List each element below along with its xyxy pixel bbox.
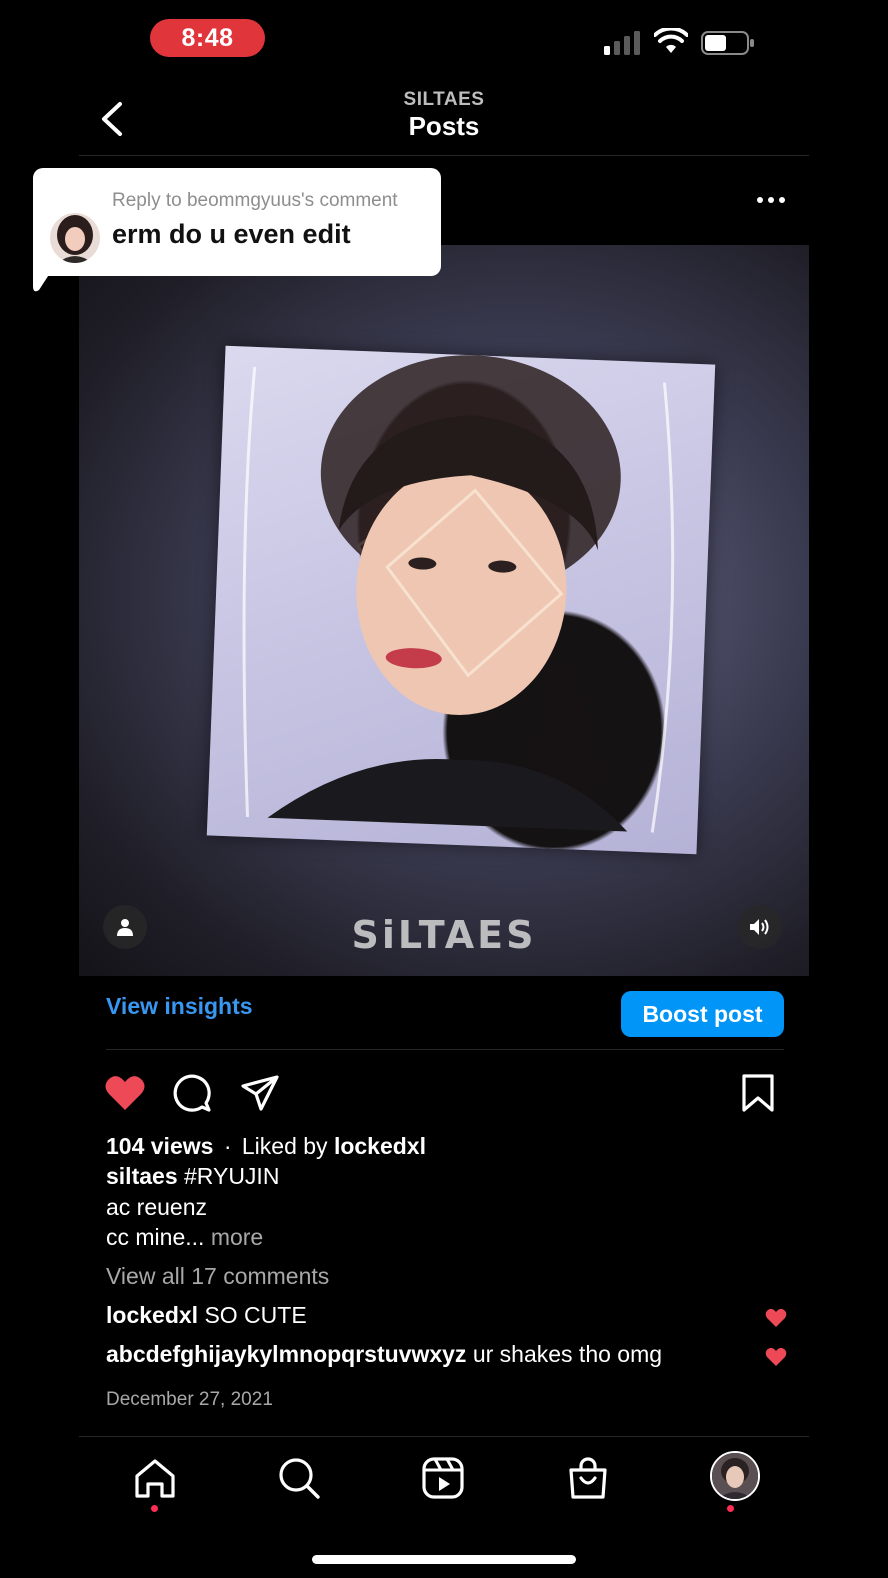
frame-overlay [242,355,675,833]
person-icon [117,919,133,936]
speaker-icon [750,919,769,935]
boost-post-button[interactable]: Boost post [621,991,784,1037]
comment-heart-icon[interactable] [765,1308,787,1328]
battery-icon [701,31,754,55]
home-notification-dot [151,1505,158,1512]
profile-avatar[interactable] [710,1451,760,1501]
comment-row: lockedxl SO CUTE [106,1302,307,1329]
comment-heart-icon[interactable] [765,1347,787,1367]
comment-row: abcdefghijaykylmnopqrstuvwxyz ur shakes … [106,1341,662,1368]
share-icon[interactable] [240,1073,280,1113]
comment-text: SO CUTE [204,1302,307,1328]
header-divider [79,155,809,156]
reels-icon[interactable] [421,1456,465,1500]
watermark: SiLTAES [351,913,537,957]
shop-icon[interactable] [566,1456,610,1500]
liked-by-prefix: Liked by [241,1133,328,1159]
reply-context: Reply to beommgyuus's comment [112,190,398,211]
caption-line-2: ac reuenz [106,1194,208,1220]
caption-tag[interactable]: #RYUJIN [184,1163,279,1189]
views-liked-line: 104 views · Liked by lockedxl [106,1133,426,1160]
view-all-comments-link[interactable]: View all 17 comments [106,1263,329,1290]
heart-icon[interactable] [104,1073,146,1113]
status-time: 8:48 [150,19,265,57]
home-icon[interactable] [133,1456,177,1500]
bookmark-icon[interactable] [741,1073,775,1113]
page-title: Posts [408,111,480,141]
post-media[interactable]: SiLTAES [79,245,809,976]
reply-text: erm do u even edit [112,219,351,249]
caption-line-1: siltaes #RYUJIN [106,1163,279,1190]
liked-by-user[interactable]: lockedxl [334,1133,426,1159]
nav-divider [79,1436,809,1437]
home-indicator [312,1555,576,1564]
signal-icon [604,31,640,55]
sound-button[interactable] [738,905,782,949]
more-icon[interactable] [755,190,787,210]
back-icon[interactable] [96,100,130,138]
wifi-icon [654,28,688,53]
tag-people-button[interactable] [103,905,147,949]
caption-user[interactable]: siltaes [106,1163,178,1189]
caption-line-3: cc mine... more [106,1224,263,1251]
caption-truncated: cc mine... [106,1224,205,1250]
comment-text: ur shakes tho omg [472,1341,663,1367]
search-icon[interactable] [277,1456,321,1500]
post-date: December 27, 2021 [106,1389,273,1410]
comment-icon[interactable] [172,1073,212,1113]
comment-user[interactable]: abcdefghijaykylmnopqrstuvwxyz [106,1341,466,1367]
profile-notification-dot [727,1505,734,1512]
more-link[interactable]: more [211,1224,263,1250]
views-count[interactable]: 104 views [106,1133,213,1159]
account-name: SILTAES [403,89,485,110]
separator: · [223,1133,232,1159]
commenter-avatar [50,213,100,263]
insights-divider [106,1049,784,1050]
post-photo [206,345,716,855]
comment-user[interactable]: lockedxl [106,1302,198,1328]
view-insights-link[interactable]: View insights [106,993,253,1020]
